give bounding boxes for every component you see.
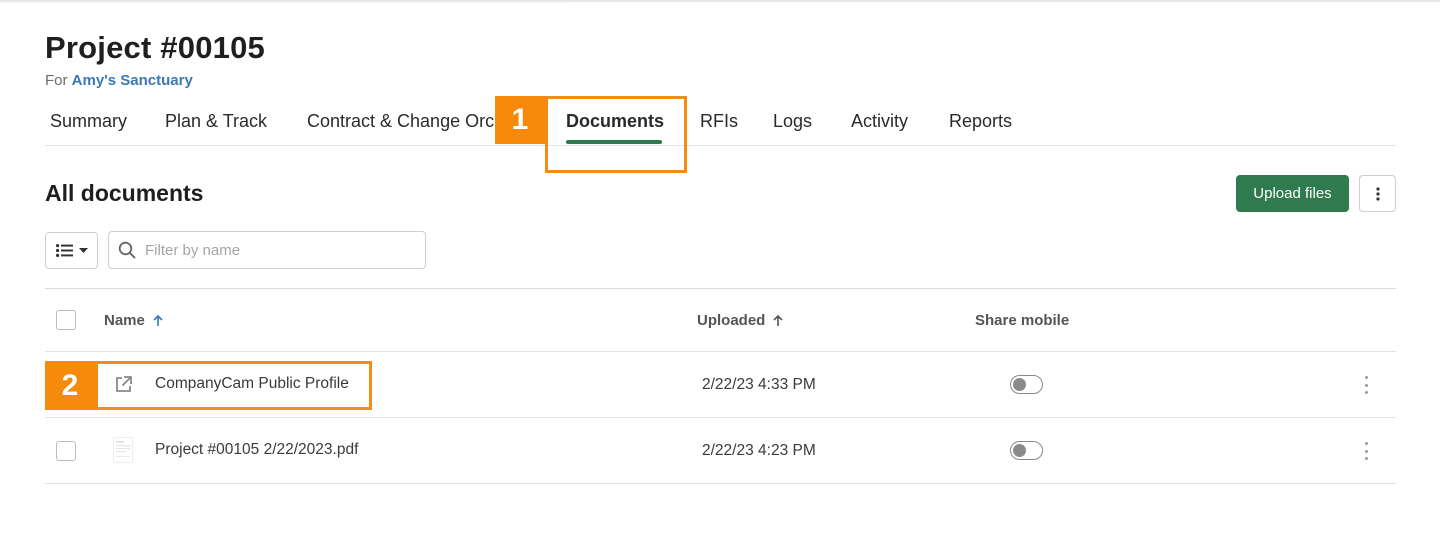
search-icon	[118, 241, 136, 259]
page-title: Project #00105	[45, 30, 265, 65]
search-input[interactable]	[145, 232, 415, 268]
select-all-checkbox[interactable]	[56, 310, 76, 330]
tab-summary[interactable]: Summary	[50, 111, 127, 132]
share-mobile-toggle[interactable]	[1010, 441, 1043, 460]
document-name[interactable]: Project #00105 2/22/2023.pdf	[155, 441, 358, 459]
column-name-label: Name	[104, 312, 145, 329]
pdf-thumbnail-icon	[113, 437, 133, 463]
row-divider	[45, 351, 1396, 352]
callout-highlight-document-link	[95, 361, 372, 410]
column-uploaded-label: Uploaded	[697, 312, 766, 329]
tab-activity[interactable]: Activity	[851, 111, 908, 132]
row-actions-menu[interactable]	[1361, 376, 1371, 394]
sort-arrow-icon	[773, 314, 783, 326]
section-title: All documents	[45, 180, 204, 206]
list-view-icon	[55, 244, 73, 257]
callout-number-1: 1	[495, 96, 545, 144]
view-mode-dropdown[interactable]	[45, 232, 98, 269]
top-shadow	[0, 0, 570, 4]
column-share-mobile-label: Share mobile	[975, 312, 1070, 329]
column-header-name[interactable]: Name	[104, 312, 163, 329]
upload-files-button[interactable]: Upload files	[1236, 175, 1349, 212]
row-divider	[45, 483, 1396, 484]
tab-plan-track[interactable]: Plan & Track	[165, 111, 267, 132]
uploaded-date: 2/22/23 4:23 PM	[702, 442, 816, 459]
filter-search-box[interactable]	[108, 231, 426, 269]
column-header-uploaded[interactable]: Uploaded	[697, 312, 783, 329]
more-options-button[interactable]	[1359, 175, 1396, 212]
tab-contract-change-orders[interactable]: Contract & Change Orc	[307, 111, 494, 132]
row-actions-menu[interactable]	[1361, 442, 1371, 460]
for-label: For	[45, 72, 68, 89]
uploaded-date: 2/22/23 4:33 PM	[702, 376, 816, 393]
project-tabs: Summary Plan & Track Contract & Change O…	[45, 108, 1396, 146]
table-top-border	[45, 288, 1396, 289]
share-mobile-toggle[interactable]	[1010, 375, 1043, 394]
row-checkbox[interactable]	[56, 441, 76, 461]
tab-rfis[interactable]: RFIs	[700, 111, 738, 132]
vertical-ellipsis-icon	[1375, 186, 1380, 201]
column-header-share-mobile: Share mobile	[975, 312, 1069, 329]
client-link[interactable]: Amy's Sanctuary	[72, 72, 193, 89]
sort-ascending-icon	[153, 314, 163, 326]
project-subtitle: For Amy's Sanctuary	[45, 72, 193, 89]
tab-reports[interactable]: Reports	[949, 111, 1012, 132]
callout-number-2: 2	[45, 361, 95, 410]
row-divider	[45, 417, 1396, 418]
callout-highlight-documents-tab	[545, 96, 687, 173]
caret-down-icon	[78, 248, 88, 253]
tab-logs[interactable]: Logs	[773, 111, 812, 132]
